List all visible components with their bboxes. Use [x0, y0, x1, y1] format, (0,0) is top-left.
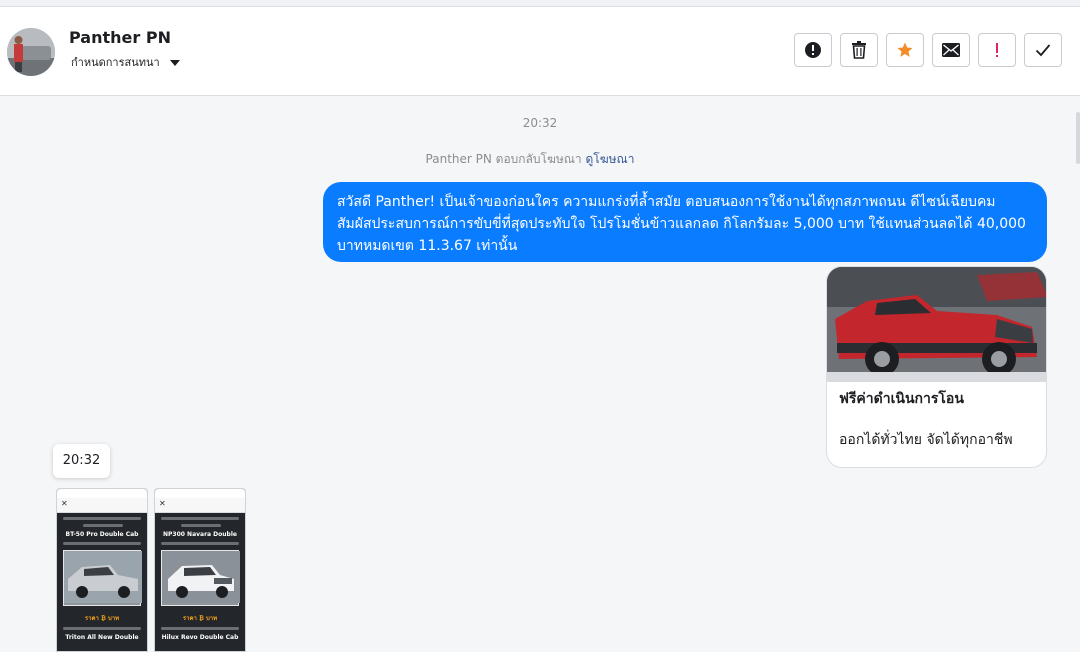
promo-card-title: ฟรีค่าดำเนินการโอน: [839, 391, 964, 407]
white-pickup-image: [162, 551, 240, 603]
star-button[interactable]: [886, 33, 924, 67]
window-top-strip: [0, 0, 1080, 7]
delete-button[interactable]: [840, 33, 878, 67]
phone-status-bar: [57, 489, 147, 498]
view-ad-link[interactable]: ดูโฆษณา: [586, 152, 635, 166]
move-to-spam-button[interactable]: [978, 33, 1016, 67]
ad-reply-text: Panther PN ตอบกลับโฆษณา: [425, 152, 582, 166]
assign-conversation-dropdown[interactable]: กำหนดการสนทนา: [71, 53, 180, 71]
trash-icon: [852, 41, 866, 59]
contact-name: Panther PN: [69, 28, 171, 47]
screenshot-car-photo: [63, 550, 142, 606]
star-icon: [897, 42, 913, 57]
envelope-icon: [942, 43, 960, 57]
screenshot-text-line: [63, 542, 141, 545]
screenshot-model-text: Hilux Revo Double Cab: [161, 634, 239, 641]
screenshot-text-line: [181, 524, 221, 527]
screenshot-price-text: ราคา ₿ บาท: [84, 615, 120, 622]
close-icon: ✕: [61, 499, 68, 508]
exclamation-circle-icon: [805, 42, 821, 58]
avatar-photo: [7, 28, 55, 76]
check-icon: [1035, 44, 1051, 57]
conversation-actions: [794, 33, 1062, 67]
screenshot-header: ✕: [155, 498, 245, 513]
screenshot-model-text: NP300 Navara Double: [163, 531, 237, 538]
image-attachment-1[interactable]: ✕ BT-50 Pro Double Cab ราคา ₿ บาท Triton…: [56, 488, 148, 652]
phone-status-bar: [155, 489, 245, 498]
mark-unread-button[interactable]: [932, 33, 970, 67]
screenshot-text-line: [161, 517, 239, 520]
close-icon: ✕: [159, 499, 166, 508]
screenshot-price-text: ราคา ₿ บาท: [182, 615, 218, 622]
screenshot-text-line: [63, 627, 141, 630]
screenshot-model-text: Triton All New Double: [65, 634, 139, 641]
conversation-header: Panther PN กำหนดการสนทนา: [0, 7, 1080, 96]
avatar[interactable]: [7, 28, 55, 76]
screenshot-text-line: [161, 542, 239, 545]
timestamp-tooltip: 20:32: [53, 444, 110, 478]
mark-unimportant-button[interactable]: [794, 33, 832, 67]
screenshot-model-text: BT-50 Pro Double Cab: [65, 531, 139, 538]
image-attachment-2[interactable]: ✕ NP300 Navara Double ราคา ₿ บาท Hilux R…: [154, 488, 246, 652]
caret-down-icon: [169, 60, 180, 66]
outgoing-message-bubble: สวัสดี Panther! เป็นเจ้าของก่อนใคร ความแ…: [323, 182, 1047, 262]
screenshot-text-line: [83, 524, 123, 527]
mark-done-button[interactable]: [1024, 33, 1062, 67]
screenshot-car-photo: [161, 550, 240, 606]
screenshot-text-line: [161, 627, 239, 630]
screenshot-text-line: [63, 517, 141, 520]
message-timestamp: 20:32: [522, 116, 558, 130]
promo-card-image: [827, 267, 1046, 382]
silver-pickup-image: [64, 551, 142, 603]
thread-scrollbar[interactable]: [1076, 96, 1080, 652]
assign-conversation-label: กำหนดการสนทนา: [71, 56, 160, 69]
promo-card[interactable]: ฟรีค่าดำเนินการโอน ออกได้ทั่วไทย จัดได้ท…: [826, 266, 1047, 468]
promo-card-subtitle: ออกได้ทั่วไทย จัดได้ทุกอาชีพ: [839, 432, 1013, 448]
screenshot-header: ✕: [57, 498, 147, 513]
pickup-truck-image: [827, 267, 1046, 382]
ad-reply-note: Panther PN ตอบกลับโฆษณา ดูโฆษณา: [0, 150, 1060, 169]
spam-exclamation-icon: [996, 43, 998, 57]
